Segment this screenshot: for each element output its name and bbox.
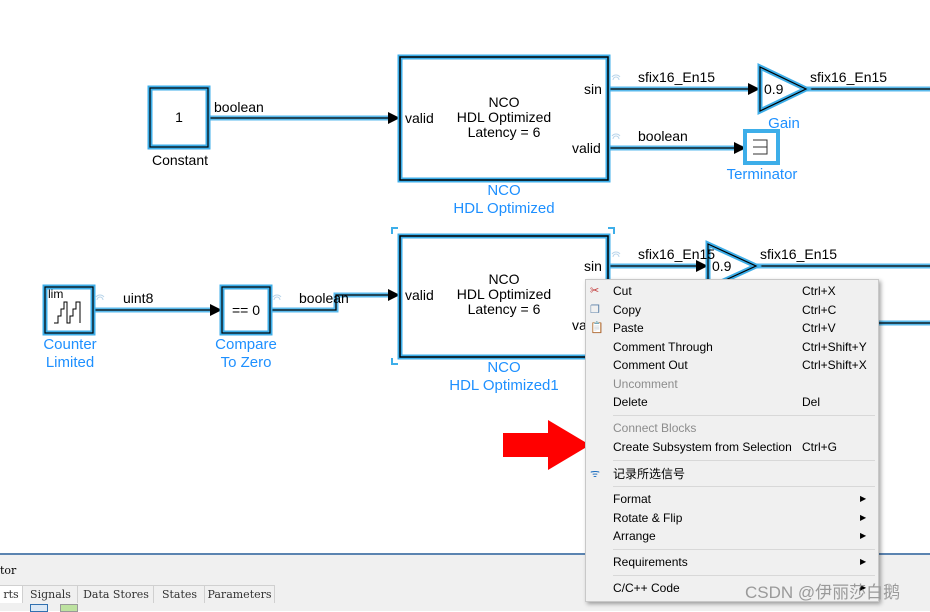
menu-label: Paste <box>613 321 644 335</box>
menu-label: Connect Blocks <box>613 421 697 435</box>
menu-item-create-subsystem[interactable]: Create Subsystem from Selection Ctrl+G <box>586 438 878 456</box>
paste-icon: 📋 <box>590 322 604 334</box>
toolbar-button[interactable] <box>60 604 78 612</box>
constant-name: Constant <box>151 152 209 168</box>
submenu-arrow-icon: ▶ <box>860 557 867 566</box>
gain1-name: Gain <box>768 115 800 132</box>
menu-item-requirements[interactable]: Requirements ▶ <box>586 553 878 571</box>
submenu-arrow-icon: ▶ <box>860 513 867 522</box>
nco1-line1: NCO <box>488 94 520 110</box>
name-line: Counter <box>43 336 97 353</box>
name-line: Limited <box>45 354 95 371</box>
name-line: HDL Optimized <box>453 200 555 217</box>
menu-item-log-signals[interactable]: ᯤ 记录所选信号 <box>586 465 878 483</box>
signal-type: uint8 <box>123 290 154 306</box>
port-label: valid <box>405 110 434 126</box>
menu-item-comment-through[interactable]: Comment Through Ctrl+Shift+Y <box>586 338 878 356</box>
nco2-line1: NCO <box>488 271 520 287</box>
menu-label: Rotate & Flip <box>613 511 683 525</box>
red-arrow <box>503 420 590 470</box>
submenu-arrow-icon: ▶ <box>860 494 867 503</box>
name-line: HDL Optimized1 <box>449 377 559 394</box>
menu-item-delete[interactable]: Delete Del <box>586 393 878 411</box>
menu-label: Format <box>613 492 652 506</box>
menu-label: Create Subsystem from Selection <box>613 440 792 454</box>
menu-item-cut[interactable]: ✂ Cut Ctrl+X <box>586 282 878 300</box>
menu-label: Cut <box>613 284 632 298</box>
menu-label: Uncomment <box>613 377 678 391</box>
menu-separator <box>613 575 875 576</box>
menu-shortcut: Ctrl+C <box>802 303 837 317</box>
menu-item-uncomment: Uncomment <box>586 375 878 393</box>
menu-label: Comment Through <box>613 340 713 354</box>
menu-item-paste[interactable]: 📋 Paste Ctrl+V <box>586 319 878 337</box>
tab-data-stores[interactable]: Data Stores <box>77 585 155 603</box>
tab-parameters[interactable]: Parameters <box>204 585 275 603</box>
nco2-name: NCO HDL Optimized1 <box>420 359 588 395</box>
submenu-arrow-icon: ▶ <box>860 531 867 540</box>
menu-shortcut: Ctrl+Shift+X <box>802 358 867 372</box>
menu-label: 记录所选信号 <box>613 467 686 481</box>
menu-separator <box>613 415 875 416</box>
menu-label: Requirements <box>613 555 688 569</box>
signal-type: boolean <box>638 128 688 144</box>
menu-shortcut: Ctrl+X <box>802 284 836 298</box>
compare-name: Compare To Zero <box>206 336 286 372</box>
menu-shortcut: Ctrl+Shift+Y <box>802 340 867 354</box>
tab-signals[interactable]: Signals <box>22 585 79 603</box>
constant-value: 1 <box>175 109 183 125</box>
signal-type: boolean <box>299 290 349 306</box>
copy-icon: ❐ <box>590 304 600 316</box>
name-line: NCO <box>487 359 521 376</box>
menu-item-copy[interactable]: ❐ Copy Ctrl+C <box>586 301 878 319</box>
signal-type: sfix16_En15 <box>638 69 716 85</box>
signal-type: sfix16_En15 <box>760 246 838 262</box>
menu-label: Arrange <box>613 529 656 543</box>
gain2-value: 0.9 <box>712 258 732 274</box>
name-line: To Zero <box>220 354 272 371</box>
compare-value: == 0 <box>231 302 261 318</box>
menu-item-format[interactable]: Format ▶ <box>586 490 878 508</box>
menu-shortcut: Ctrl+G <box>802 440 838 454</box>
port-label: sin <box>584 258 602 274</box>
terminator-name: Terminator <box>726 166 798 183</box>
port-label: valid <box>572 140 601 156</box>
name-line: NCO <box>487 182 521 199</box>
menu-separator <box>613 460 875 461</box>
menu-item-rotate-flip[interactable]: Rotate & Flip ▶ <box>586 509 878 527</box>
toolbar-button[interactable] <box>30 604 48 612</box>
panel-title: tor <box>0 564 17 577</box>
menu-item-connect-blocks: Connect Blocks <box>586 419 878 437</box>
menu-label: Delete <box>613 395 648 409</box>
counter-name: Counter Limited <box>30 336 110 372</box>
menu-shortcut: Del <box>802 395 821 409</box>
watermark: CSDN @伊丽莎白鹅 <box>745 583 901 602</box>
menu-shortcut: Ctrl+V <box>802 321 836 335</box>
menu-label: Comment Out <box>613 358 688 372</box>
scissors-icon: ✂ <box>590 285 600 297</box>
nco1-line3: Latency = 6 <box>467 124 541 140</box>
gain1-value: 0.9 <box>764 81 784 97</box>
menu-label: C/C++ Code <box>613 581 680 595</box>
counter-icon-text: lim <box>48 287 64 301</box>
menu-item-arrange[interactable]: Arrange ▶ <box>586 527 878 545</box>
signal-log-icon: ᯤ <box>590 468 601 480</box>
menu-separator <box>613 486 875 487</box>
signal-type: boolean <box>214 99 264 115</box>
menu-item-comment-out[interactable]: Comment Out Ctrl+Shift+X <box>586 356 878 374</box>
name-line: Compare <box>215 336 277 353</box>
tab-ports[interactable]: rts <box>0 585 24 603</box>
signal-type: sfix16_En15 <box>638 246 716 262</box>
signal-type: sfix16_En15 <box>810 69 888 85</box>
menu-separator <box>613 549 875 550</box>
port-label: sin <box>584 81 602 97</box>
nco1-name: NCO HDL Optimized <box>430 182 578 218</box>
tab-states[interactable]: States <box>153 585 206 603</box>
port-label: valid <box>405 287 434 303</box>
nco2-line3: Latency = 6 <box>467 301 541 317</box>
context-menu: ✂ Cut Ctrl+X ❐ Copy Ctrl+C 📋 Paste Ctrl+V Comm… <box>585 279 879 602</box>
menu-label: Copy <box>613 303 642 317</box>
